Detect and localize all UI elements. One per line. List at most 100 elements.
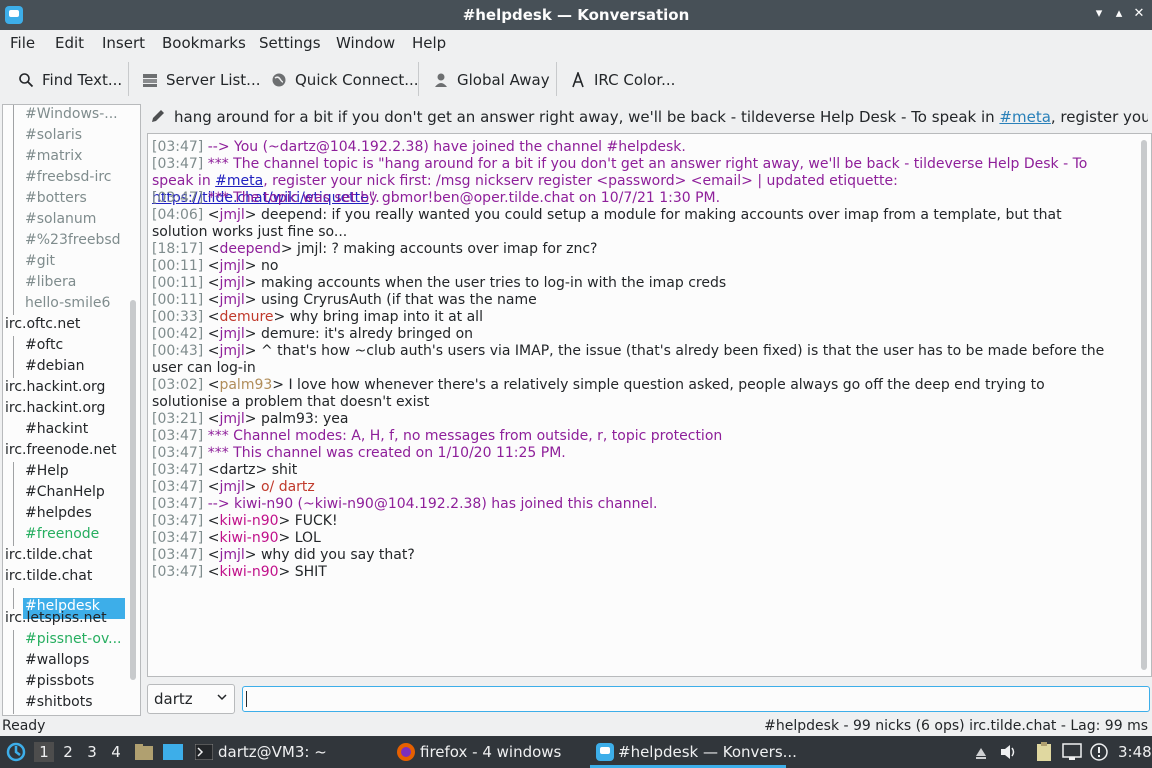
chat-message: [00:43] <jmjl> ^ that's how ~club auth's… — [152, 343, 1112, 377]
find-text-button[interactable]: Find Text... — [18, 70, 122, 90]
tree-server[interactable]: irc.letspiss.net — [5, 610, 107, 631]
workspace-2[interactable]: 2 — [58, 742, 78, 762]
tree-server[interactable]: irc.hackint.org — [5, 400, 105, 421]
message-input[interactable] — [242, 686, 1150, 712]
tree-item[interactable]: #oftc — [25, 337, 63, 358]
status-right: #helpdesk - 99 nicks (6 ops) irc.tilde.c… — [764, 718, 1148, 734]
globe-icon — [272, 73, 286, 87]
file-manager-icon[interactable] — [134, 743, 154, 761]
chat-message: [00:33] <demure> why bring imap into it … — [152, 309, 1112, 326]
tree-item[interactable]: #wallops — [25, 652, 89, 673]
tree-item[interactable]: hello-smile6 — [25, 295, 110, 316]
menu-edit[interactable]: Edit — [55, 34, 84, 52]
network-icon[interactable] — [1062, 743, 1082, 761]
task-terminal[interactable]: dartz@VM3: ~ — [218, 743, 327, 761]
message-nick[interactable]: kiwi-n90 — [219, 513, 278, 529]
tree-server[interactable]: irc.oftc.net — [5, 316, 80, 337]
tree-item[interactable]: #solaris — [25, 127, 82, 148]
message-nick[interactable]: demure — [219, 309, 273, 325]
message-nick[interactable]: jmjl — [219, 479, 244, 495]
message-nick[interactable]: jmjl — [219, 411, 244, 427]
topic-text-start: hang around for a bit if you don't get a… — [174, 108, 1000, 126]
irc-color-button[interactable]: IRC Color... — [570, 70, 675, 90]
workspace-3[interactable]: 3 — [82, 742, 102, 762]
nick-selector[interactable]: dartz — [147, 684, 235, 714]
tree-item[interactable]: #solanum — [25, 211, 96, 232]
start-menu-icon[interactable] — [6, 742, 26, 762]
menu-settings[interactable]: Settings — [259, 34, 321, 52]
tree-item[interactable]: #debian — [25, 358, 84, 379]
menu-help[interactable]: Help — [412, 34, 446, 52]
tree-item[interactable]: #pissbots — [25, 673, 94, 694]
task-konversation[interactable]: #helpdesk — Konvers... — [618, 743, 797, 761]
tree-item[interactable]: #pissnet-ov... — [25, 631, 122, 652]
maximize-button[interactable]: ▴ — [1110, 5, 1128, 23]
channel-link[interactable]: #meta — [215, 173, 263, 189]
tree-scrollbar[interactable] — [130, 300, 136, 680]
pencil-icon[interactable] — [150, 108, 166, 124]
tree-server[interactable]: irc.freenode.net — [5, 442, 116, 463]
quick-connect-button[interactable]: Quick Connect... — [271, 70, 419, 90]
message-nick[interactable]: jmjl — [219, 326, 244, 342]
clock: 3:48 — [1118, 743, 1152, 761]
tree-server[interactable]: irc.tilde.chat — [5, 568, 92, 589]
message-nick[interactable]: deepend — [219, 241, 280, 257]
message-nick[interactable]: jmjl — [219, 258, 244, 274]
message-nick[interactable]: dartz — [219, 462, 255, 478]
tree-item[interactable]: #Help — [25, 463, 69, 484]
tree-item[interactable]: #shitbots — [25, 694, 93, 715]
irc-color-label: IRC Color... — [594, 71, 676, 89]
system-message-text: *** This channel was created on 1/10/20 … — [207, 445, 566, 461]
message-nick[interactable]: jmjl — [219, 207, 244, 223]
message-text: LOL — [294, 530, 321, 546]
tree-item[interactable]: #freebsd-irc — [25, 169, 112, 190]
minimize-button[interactable]: ▾ — [1090, 5, 1108, 23]
workspace-1[interactable]: 1 — [34, 742, 54, 762]
message-text: why did you say that? — [260, 547, 415, 563]
nick-bracket: > — [278, 564, 295, 580]
workspace-4[interactable]: 4 — [106, 742, 126, 762]
global-away-button[interactable]: Global Away — [433, 70, 550, 90]
notifications-icon[interactable] — [1090, 743, 1108, 761]
message-nick[interactable]: kiwi-n90 — [219, 530, 278, 546]
tree-item[interactable]: #freenode — [25, 526, 99, 547]
tree-item[interactable]: #helpdes — [25, 505, 92, 526]
message-nick[interactable]: jmjl — [219, 343, 244, 359]
close-button[interactable]: ✕ — [1130, 5, 1148, 23]
clipboard-icon[interactable] — [1036, 742, 1052, 762]
topic-link-meta[interactable]: #meta — [999, 108, 1050, 126]
status-bar: Ready #helpdesk - 99 nicks (6 ops) irc.t… — [0, 716, 1152, 736]
show-desktop-icon[interactable] — [162, 743, 184, 761]
menu-insert[interactable]: Insert — [102, 34, 145, 52]
tree-item[interactable]: #ChanHelp — [25, 484, 105, 505]
volume-icon[interactable] — [1000, 744, 1018, 760]
tree-item[interactable]: #hackint — [25, 421, 88, 442]
tree-item[interactable]: #git — [25, 253, 55, 274]
menu-window[interactable]: Window — [336, 34, 395, 52]
message-nick[interactable]: palm93 — [219, 377, 272, 393]
tree-server[interactable]: irc.hackint.org — [5, 379, 105, 400]
task-firefox[interactable]: firefox - 4 windows — [420, 743, 561, 761]
message-timestamp: [03:47] — [152, 139, 208, 155]
message-text: palm93: yea — [260, 411, 349, 427]
menu-file[interactable]: File — [10, 34, 35, 52]
message-nick[interactable]: jmjl — [219, 547, 244, 563]
message-nick[interactable]: jmjl — [219, 292, 244, 308]
system-message-text: --> kiwi-n90 (~kiwi-n90@104.192.2.38) ha… — [207, 496, 658, 512]
tree-item[interactable]: #%23freebsd — [25, 232, 121, 253]
tree-item[interactable]: #Windows-... — [25, 106, 118, 127]
chat-scrollbar[interactable] — [1141, 140, 1147, 670]
tree-server[interactable]: irc.tilde.chat — [5, 547, 92, 568]
menu-bookmarks[interactable]: Bookmarks — [162, 34, 246, 52]
arrow-up-icon[interactable] — [974, 744, 988, 760]
nick-bracket: < — [207, 207, 220, 223]
tree-item[interactable]: #matrix — [25, 148, 82, 169]
message-nick[interactable]: jmjl — [219, 275, 244, 291]
message-timestamp: [03:21] — [152, 411, 208, 427]
tree-item[interactable]: #libera — [25, 274, 76, 295]
message-nick[interactable]: kiwi-n90 — [219, 564, 278, 580]
chevron-down-icon — [217, 694, 227, 701]
server-list-button[interactable]: Server List... — [142, 70, 260, 90]
chat-view[interactable]: [03:47] --> You (~dartz@104.192.2.38) ha… — [147, 133, 1152, 677]
tree-item[interactable]: #botters — [25, 190, 87, 211]
